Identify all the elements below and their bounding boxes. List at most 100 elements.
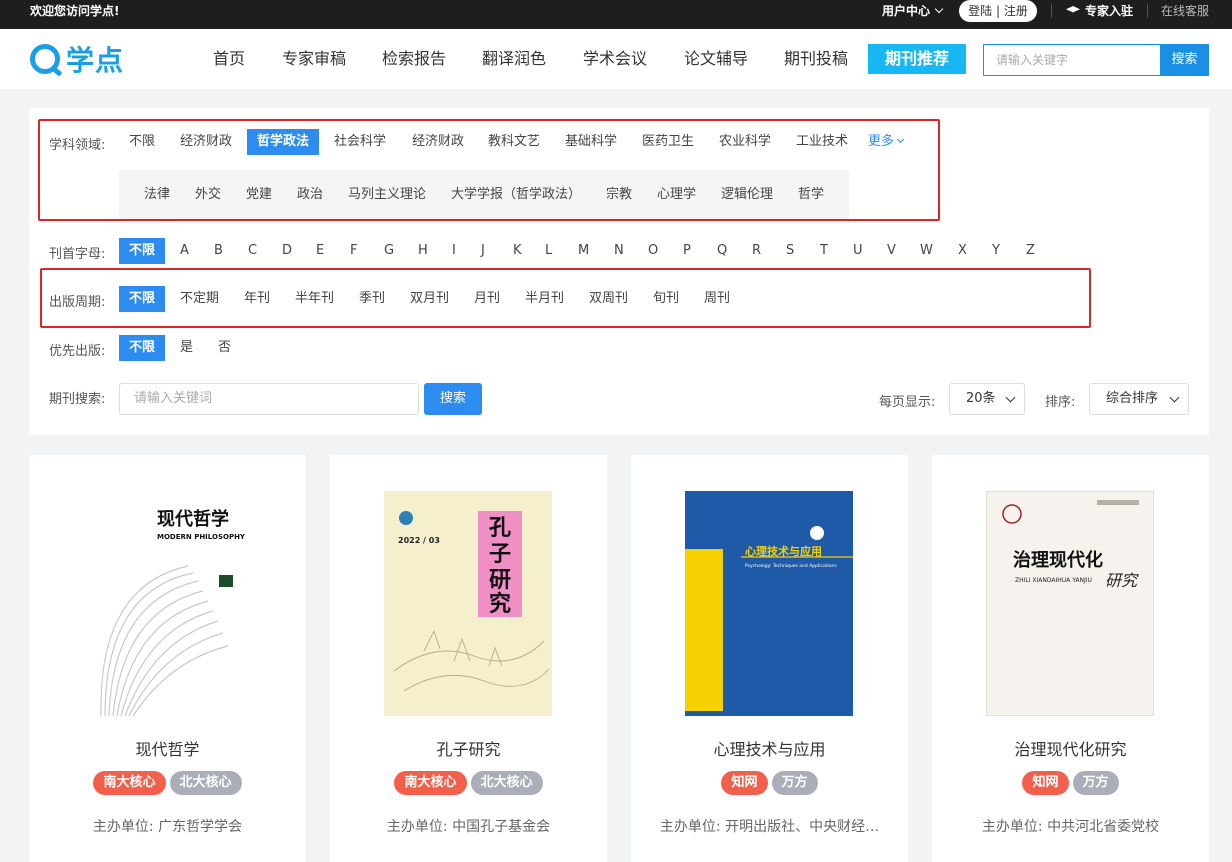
journal-title[interactable]: 孔子研究 [330,736,607,760]
journal-title[interactable]: 现代哲学 [29,736,306,760]
header-search-button[interactable]: 搜索 [1160,44,1209,76]
cover-title-text: 治理现代化 [1013,549,1103,571]
initial-option[interactable]: H [418,238,428,264]
priority-option[interactable]: 是 [180,335,193,361]
initial-option[interactable]: Q [717,238,727,264]
journal-cover[interactable]: 现代哲学 MODERN PHILOSOPHY [83,491,251,716]
sort-select[interactable]: 综合排序 [1089,383,1189,415]
tag-core: 北大核心 [470,771,543,795]
per-page-label: 每页显示: [879,395,936,410]
main-header: 学点 首页 专家审稿 检索报告 翻译润色 学术会议 论文辅导 期刊投稿 期刊推荐… [0,29,1232,89]
nav-journal-submit[interactable]: 期刊投稿 [784,44,848,74]
per-page-select[interactable]: 20条 [949,383,1025,415]
journal-search-button[interactable]: 搜索 [424,383,482,415]
cover-calligraphy: 研究 [1105,571,1139,590]
tag-index: 知网 [1022,771,1069,795]
journal-sponsor: 主办单位: 广东哲学学会 [92,819,243,835]
cover-title-text: 现代哲学 [157,508,229,530]
journal-sponsor: 主办单位: 中国孔子基金会 [386,819,551,835]
login-register-button[interactable]: 登陆 | 注册 [959,0,1037,22]
nav-translation[interactable]: 翻译润色 [482,44,546,74]
initial-option[interactable]: P [683,238,691,264]
initial-option[interactable]: C [248,238,257,264]
tag-index: 万方 [1072,771,1119,795]
initial-option[interactable]: G [384,238,394,264]
journal-search-input[interactable]: 请输入关键词 [119,383,419,415]
expert-join-label: 专家入驻 [1085,4,1134,18]
cover-art: 治理现代化 ZHILI XIANDAIHUA YANJIU 研究 [987,492,1153,715]
initial-option[interactable]: S [786,238,794,264]
sort-value: 综合排序 [1106,391,1159,406]
nav-expert-review[interactable]: 专家审稿 [282,44,346,74]
journal-title[interactable]: 心理技术与应用 [631,736,908,760]
priority-label: 优先出版: [49,344,106,359]
divider [1147,4,1148,18]
cover-title-text: 究 [489,591,511,617]
chevron-down-icon [934,4,944,14]
tag-index: 万方 [771,771,818,795]
initial-option[interactable]: E [316,238,324,264]
journal-cover[interactable]: 孔 子 研 究 2022 / 03 [384,491,552,716]
filter-panel: 学科领域: 不限 经济财政 哲学政法 社会科学 经济财政 教科文艺 基础科学 医… [29,108,1209,435]
expert-join-link[interactable]: 专家入驻 [1066,0,1133,22]
cover-subtitle-text: MODERN PHILOSOPHY [157,533,246,541]
initial-option[interactable]: J [481,238,485,264]
login-link[interactable]: 登陆 [968,4,992,18]
journal-cover[interactable]: 心理技术与应用 Psychology: Techniques and Appli… [685,491,853,716]
priority-option[interactable]: 否 [218,335,231,361]
journal-sponsor: 主办单位: 中共河北省委党校 [981,819,1160,835]
cover-art: 现代哲学 MODERN PHILOSOPHY [83,491,251,716]
top-bar: 欢迎您访问学点! 用户中心 登陆 | 注册 专家入驻 在线客服 [0,0,1232,29]
initial-option[interactable]: M [578,238,589,264]
initial-option[interactable]: A [180,238,189,264]
header-search-input[interactable]: 请输入关键字 [983,44,1161,76]
register-link[interactable]: 注册 [1004,4,1028,18]
initial-option[interactable]: Z [1026,238,1035,264]
user-center-label: 用户中心 [882,4,931,18]
initial-option[interactable]: V [887,238,896,264]
tag-core: 北大核心 [169,771,242,795]
cover-subtitle-text: 2022 / 03 [398,536,440,545]
cover-subtitle-text: ZHILI XIANDAIHUA YANJIU [1015,577,1092,584]
nav-conference[interactable]: 学术会议 [583,44,647,74]
initial-option[interactable]: T [820,238,828,264]
journal-card[interactable]: 心理技术与应用 Psychology: Techniques and Appli… [631,455,908,862]
initial-option[interactable]: D [282,238,292,264]
journal-card[interactable]: 现代哲学 MODERN PHILOSOPHY 现代哲学 南大核心 北大核心 主办… [29,455,306,862]
journal-title[interactable]: 治理现代化研究 [932,736,1209,760]
online-service-link[interactable]: 在线客服 [1161,0,1209,22]
initial-label: 刊首字母: [49,247,106,262]
initial-option-selected[interactable]: 不限 [119,238,165,264]
initial-option[interactable]: R [752,238,761,264]
initial-option[interactable]: N [614,238,624,264]
journal-tags: 南大核心 北大核心 [330,771,607,795]
tag-core: 南大核心 [93,771,166,795]
initial-option[interactable]: Y [992,238,1000,264]
initial-option[interactable]: F [350,238,357,264]
initial-option[interactable]: X [958,238,967,264]
initial-option[interactable]: L [545,238,552,264]
initial-option[interactable]: U [853,238,863,264]
initial-option[interactable]: B [214,238,223,264]
journal-card[interactable]: 孔 子 研 究 2022 / 03 孔子研究 南大核心 北大核心 主办单位: 中… [330,455,607,862]
initial-option[interactable]: I [452,238,456,264]
nav-journal-recommend[interactable]: 期刊推荐 [868,44,967,74]
journal-tags: 知网 万方 [932,771,1209,795]
cover-subtitle-text: Psychology: Techniques and Applications [745,563,837,569]
site-logo[interactable]: 学点 [30,41,124,77]
logo-text: 学点 [66,44,125,77]
journal-card[interactable]: 治理现代化 ZHILI XIANDAIHUA YANJIU 研究 治理现代化研究… [932,455,1209,862]
journal-cover[interactable]: 治理现代化 ZHILI XIANDAIHUA YANJIU 研究 [986,491,1154,716]
priority-option-selected[interactable]: 不限 [119,335,165,361]
nav-paper-tutoring[interactable]: 论文辅导 [684,44,748,74]
nav-home[interactable]: 首页 [213,44,245,74]
graduation-cap-icon [1066,6,1080,13]
initial-option[interactable]: W [920,238,933,264]
initial-option[interactable]: O [648,238,658,264]
cover-title-text: 心理技术与应用 [745,544,822,558]
journal-tags: 知网 万方 [631,771,908,795]
initial-option[interactable]: K [513,238,522,264]
user-center-menu[interactable]: 用户中心 [882,0,944,22]
nav-search-report[interactable]: 检索报告 [382,44,446,74]
divider [1051,4,1052,18]
